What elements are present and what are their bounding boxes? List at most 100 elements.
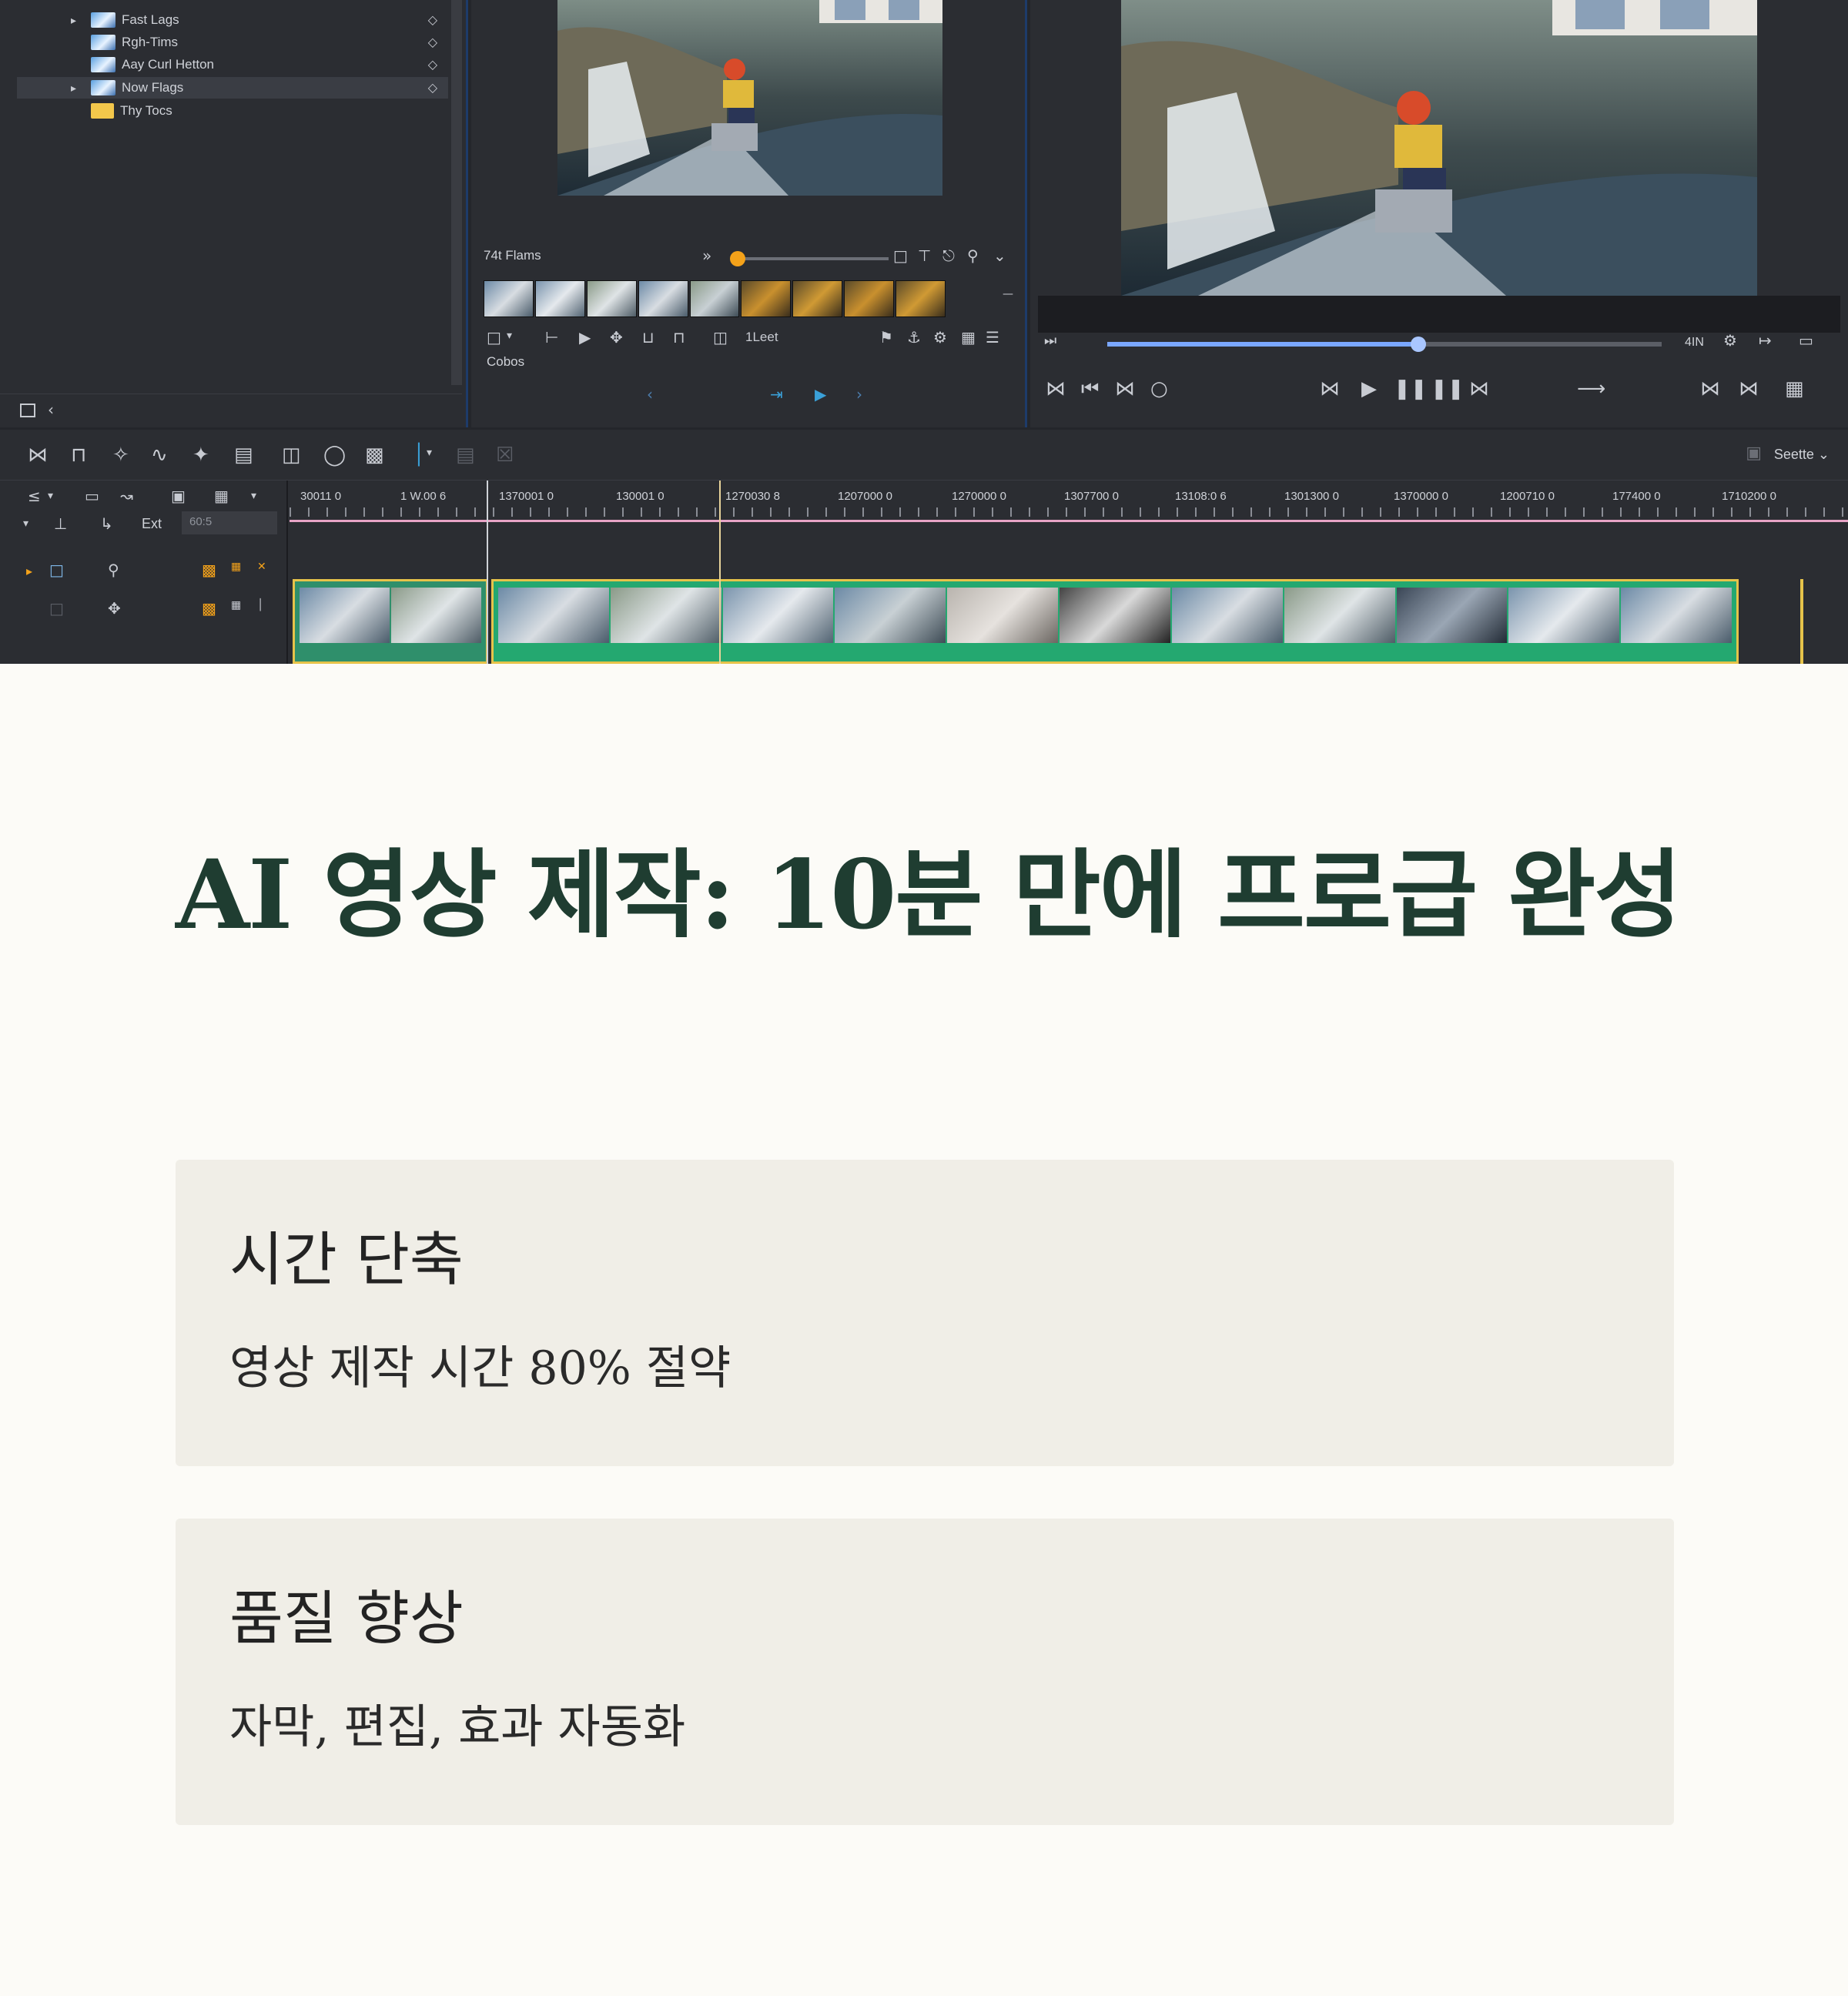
go-to-in-icon[interactable]: ⇥: [770, 385, 783, 404]
move-icon[interactable]: ✥: [610, 328, 623, 347]
razor-icon[interactable]: ✧: [112, 444, 129, 467]
track-close-icon[interactable]: ✕: [257, 561, 266, 573]
chevron-down-icon[interactable]: ▾: [23, 517, 28, 530]
track-sync-icon[interactable]: ▩: [202, 561, 216, 579]
visibility-icon[interactable]: ◇: [428, 12, 437, 28]
visibility-icon[interactable]: ◇: [428, 35, 437, 50]
transform-icon[interactable]: ▩: [365, 444, 384, 467]
slide-icon[interactable]: ◫: [282, 444, 301, 467]
source-video-preview[interactable]: [557, 0, 942, 196]
track-effects-icon[interactable]: ▦: [231, 561, 241, 573]
chevron-end-icon[interactable]: —: [1003, 288, 1013, 300]
source-zoom-knob[interactable]: [730, 251, 745, 266]
marker-icon[interactable]: ▭: [85, 487, 99, 505]
filmstrip-frame[interactable]: [741, 280, 792, 317]
ripple-icon[interactable]: ∿: [151, 444, 168, 467]
track-close-icon[interactable]: │: [257, 599, 263, 611]
program-playhead-knob[interactable]: [1411, 337, 1426, 352]
pause-alt-icon[interactable]: ❚❚: [1431, 377, 1465, 400]
track-sync-icon[interactable]: ▩: [202, 599, 216, 618]
mark-in-icon[interactable]: ⊢: [545, 328, 558, 347]
overwrite-icon[interactable]: ⊓: [673, 328, 685, 347]
go-to-start-icon[interactable]: ⋈: [28, 444, 48, 467]
loop-icon[interactable]: ○: [1150, 377, 1168, 400]
rewind-icon[interactable]: ⋈: [1320, 377, 1340, 400]
project-item[interactable]: Rgh-Tims ◇: [17, 32, 448, 53]
track-link-icon[interactable]: ↳: [100, 514, 113, 533]
menu-icon[interactable]: ☰: [986, 328, 999, 347]
source-zoom-slider[interactable]: [735, 257, 889, 260]
project-item-selected[interactable]: ▸ Now Flags ◇: [17, 77, 448, 99]
track-move-icon[interactable]: ✥: [108, 599, 121, 618]
filmstrip-frame[interactable]: [586, 280, 637, 317]
link-icon[interactable]: ↝: [120, 487, 133, 505]
scene-checkbox-icon[interactable]: ▣: [1746, 444, 1762, 463]
arrow-right-icon[interactable]: ⟶: [1577, 377, 1605, 400]
insert-icon[interactable]: ⊓: [71, 444, 86, 467]
program-video-preview[interactable]: [1121, 0, 1757, 296]
fullscreen-icon[interactable]: ▭: [1799, 331, 1813, 350]
clipboard-icon[interactable]: ▦: [214, 487, 229, 505]
export-frame-icon[interactable]: ▦: [1785, 377, 1804, 400]
in-point-icon[interactable]: ⋈: [1700, 377, 1720, 400]
visibility-icon[interactable]: ◇: [428, 57, 437, 72]
step-back-icon[interactable]: ‹: [647, 385, 653, 404]
snap-icon[interactable]: ⊥: [54, 514, 67, 533]
track-options-icon[interactable]: ≤: [28, 487, 41, 505]
search-icon[interactable]: ⚲: [967, 246, 979, 265]
chevron-right-icon[interactable]: ▸: [71, 82, 91, 95]
filmstrip-frame[interactable]: [638, 280, 688, 317]
crop-icon[interactable]: ◯: [323, 444, 346, 467]
go-to-end-icon[interactable]: ⋈: [1469, 377, 1489, 400]
timeline-ruler[interactable]: 30011 0 1 W.00 6 1370001 0 130001 0 1270…: [290, 481, 1848, 522]
timeline-playhead[interactable]: [719, 481, 721, 664]
filmstrip-frame[interactable]: [534, 280, 585, 317]
scene-dropdown[interactable]: Seette ⌄: [1774, 447, 1830, 463]
in-point-marker[interactable]: [487, 481, 488, 664]
filmstrip-frame[interactable]: [792, 280, 843, 317]
slip-icon[interactable]: ▤: [234, 444, 253, 467]
checkbox-icon[interactable]: □: [487, 328, 501, 347]
chevron-down-icon[interactable]: ▾: [48, 490, 53, 502]
program-zoom-label[interactable]: 4IN: [1685, 336, 1704, 350]
project-item[interactable]: Aay Curl Hetton ◇: [17, 54, 448, 75]
chevron-right-icon[interactable]: ▸: [71, 14, 91, 27]
square-icon[interactable]: □: [893, 246, 908, 265]
export-icon[interactable]: ↦: [1759, 331, 1772, 350]
step-forward-icon[interactable]: ›: [856, 385, 862, 404]
settings-icon[interactable]: ⚙: [933, 328, 947, 347]
filmstrip-frame[interactable]: [844, 280, 895, 317]
out-point-icon[interactable]: ⋈: [1739, 377, 1759, 400]
play-icon[interactable]: ▶: [1361, 377, 1377, 400]
track-toggle-icon[interactable]: □: [49, 561, 64, 579]
pause-icon[interactable]: ❚❚: [1394, 377, 1428, 400]
track-expand-icon[interactable]: ▸: [26, 564, 32, 578]
export-frame-icon[interactable]: ◫: [713, 328, 728, 347]
settings-icon[interactable]: ⚙: [1723, 331, 1737, 350]
chevron-left-icon[interactable]: ‹: [48, 400, 54, 419]
ext-field[interactable]: 60:5: [182, 511, 277, 534]
cursor-icon[interactable]: │: [413, 444, 425, 467]
step-back-frame-icon[interactable]: ⏮: [1081, 377, 1099, 401]
go-to-start-icon[interactable]: ⋈: [1046, 377, 1066, 400]
snapshot-icon[interactable]: ▦: [961, 328, 976, 347]
filmstrip-frame[interactable]: [896, 280, 946, 317]
timeline-clip[interactable]: [293, 579, 488, 664]
play-icon[interactable]: ▶: [579, 328, 591, 347]
fast-forward-icon[interactable]: »: [702, 246, 711, 265]
flag-icon[interactable]: ⚑: [879, 328, 893, 347]
project-item[interactable]: ▸ Fast Lags ◇: [17, 9, 448, 31]
program-scrubber[interactable]: [1107, 342, 1662, 347]
track-effects-icon[interactable]: ▦: [231, 599, 241, 611]
project-scrollbar[interactable]: [451, 0, 462, 385]
mark-icon[interactable]: ⋈: [1115, 377, 1135, 400]
fast-forward-icon[interactable]: ⏭: [1044, 333, 1056, 349]
lock-icon[interactable]: ⎋: [942, 246, 955, 265]
track-link-icon[interactable]: ⚲: [108, 561, 119, 579]
track-toggle-icon[interactable]: □: [49, 599, 64, 618]
anchor-icon[interactable]: ⚓: [907, 328, 921, 347]
project-folder[interactable]: Thy Tocs: [17, 100, 448, 122]
chevron-down-icon[interactable]: ▾: [427, 447, 432, 459]
panel-layout-icon[interactable]: [20, 404, 35, 417]
chevron-down-icon[interactable]: ▾: [507, 330, 512, 342]
